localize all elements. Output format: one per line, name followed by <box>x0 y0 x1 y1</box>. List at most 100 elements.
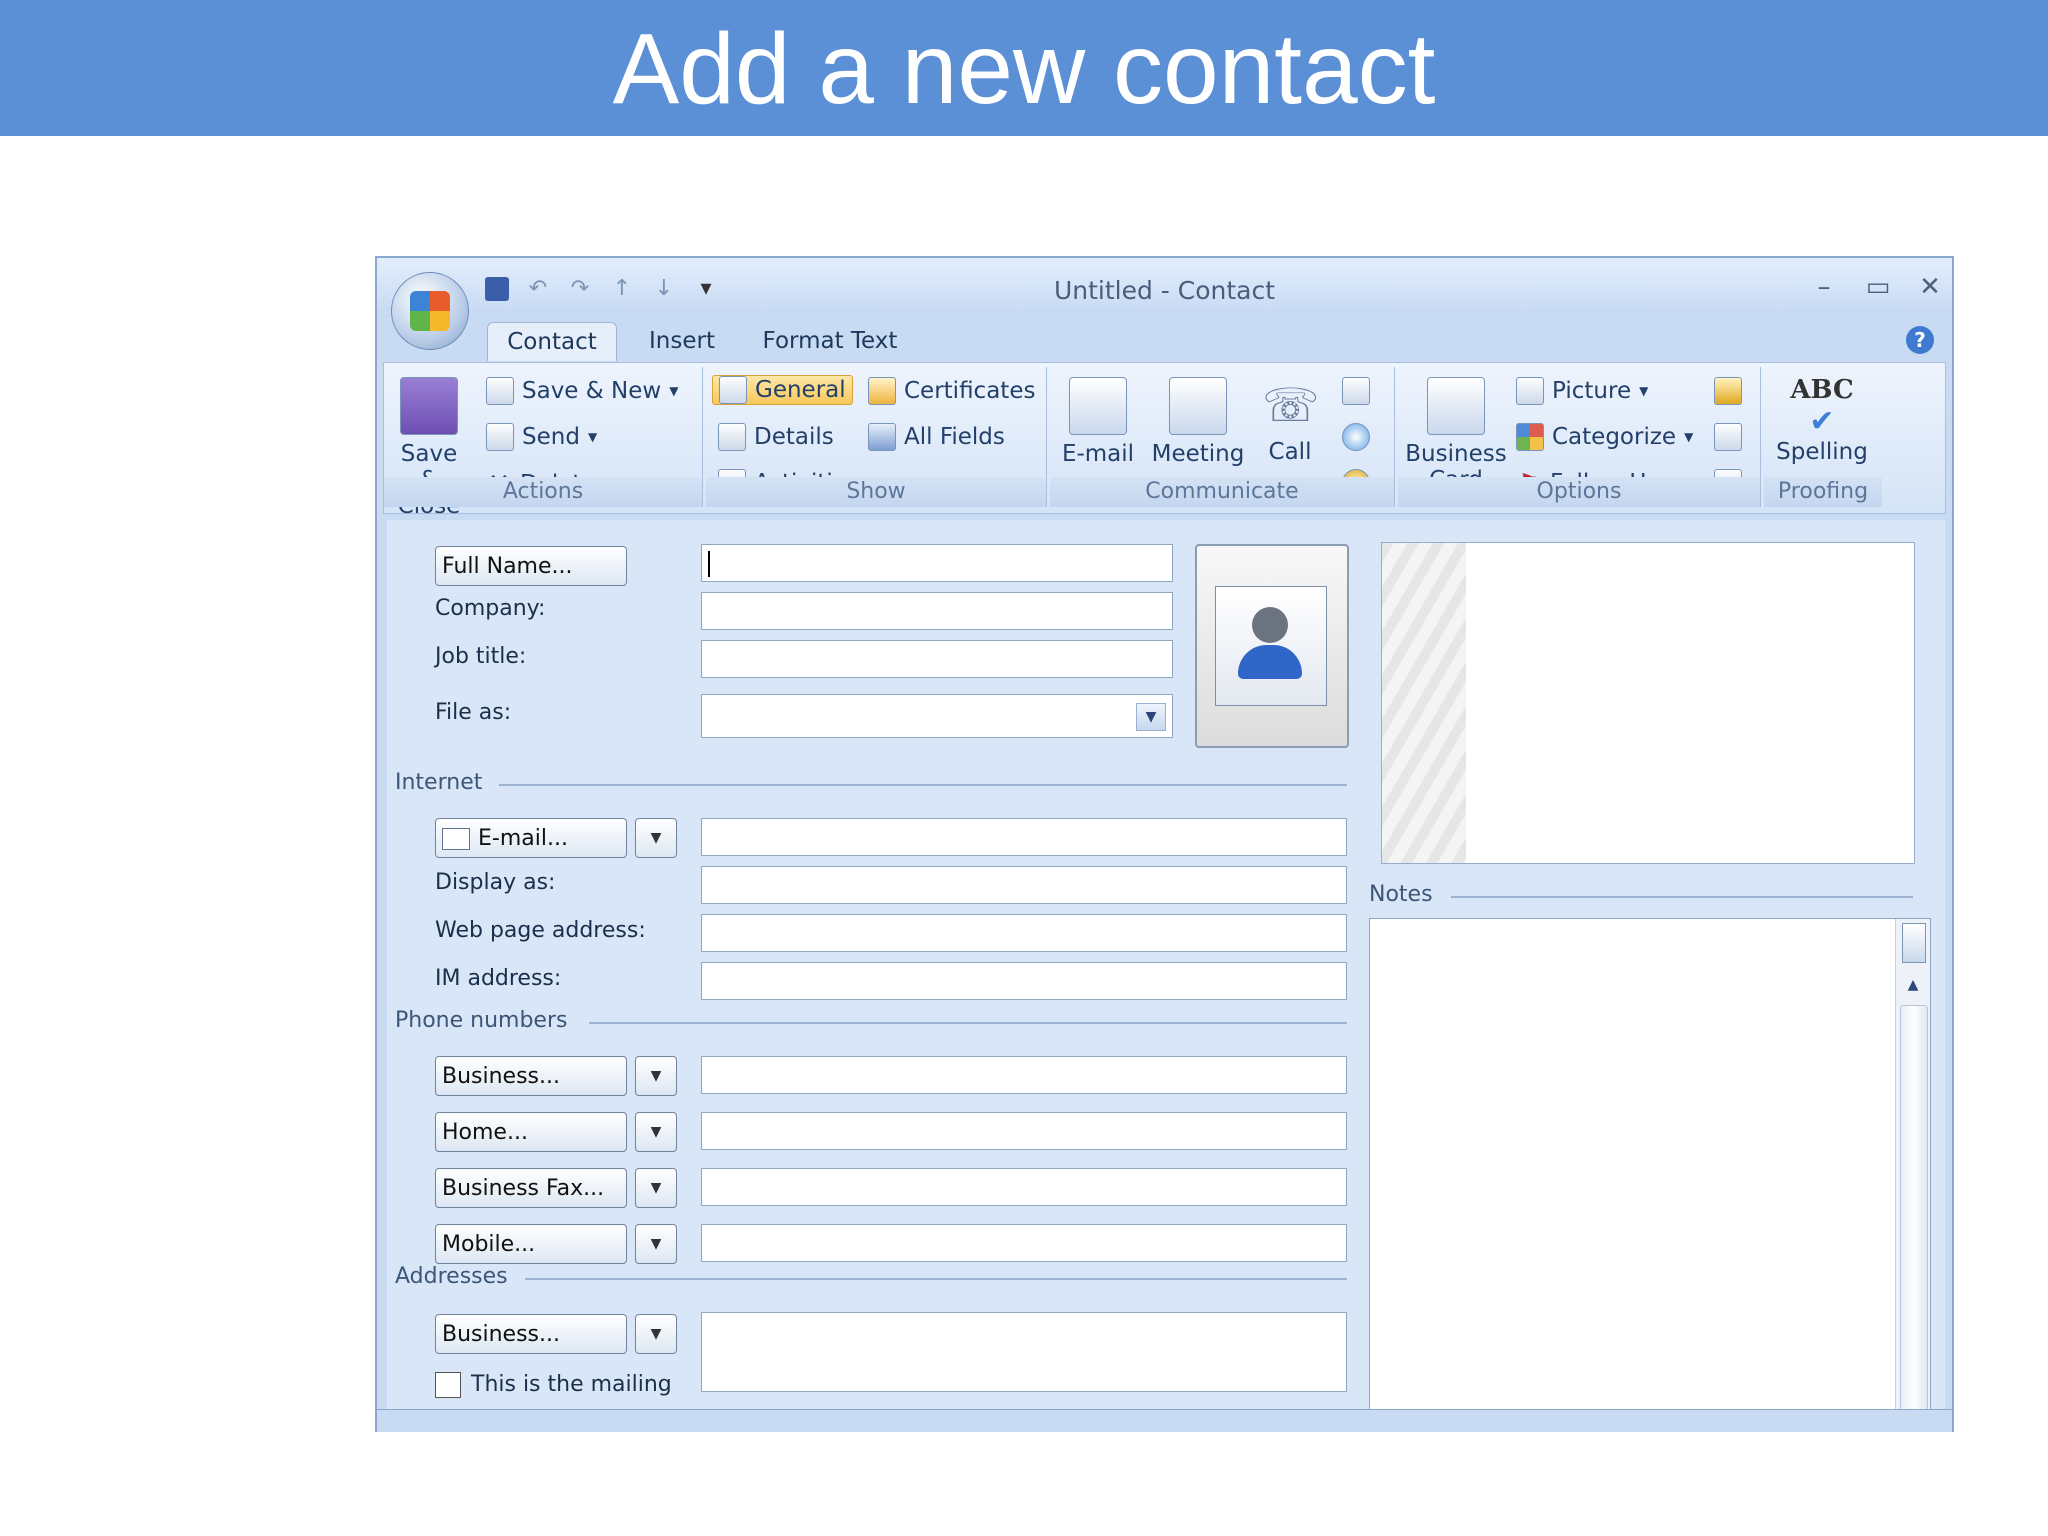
call-label: Call <box>1268 439 1312 465</box>
business-fax-button[interactable]: Business Fax... <box>435 1168 627 1208</box>
ribbon: Save & Close Save & New▼ Send▼ ✕Delete A… <box>383 362 1946 519</box>
customize-toolbar-icon[interactable]: ▾ <box>693 276 719 302</box>
tab-insert[interactable]: Insert <box>627 322 737 360</box>
person-body-icon <box>1238 645 1302 679</box>
business-card-preview <box>1381 542 1915 864</box>
card-stripe <box>1382 543 1466 863</box>
full-name-button[interactable]: Full Name... <box>435 546 627 586</box>
company-input[interactable] <box>701 592 1173 630</box>
internet-divider <box>499 784 1347 786</box>
job-title-input[interactable] <box>701 640 1173 678</box>
address-dropdown[interactable]: ▼ <box>635 1314 677 1354</box>
email-button-label: E-mail... <box>478 826 568 851</box>
meeting-button[interactable]: Meeting <box>1148 377 1248 467</box>
chevron-down-icon: ▼ <box>1684 430 1694 444</box>
details-button[interactable]: Details <box>718 423 834 451</box>
categorize-button[interactable]: Categorize ▼ <box>1516 423 1693 451</box>
full-name-input[interactable] <box>701 544 1173 582</box>
certificates-icon <box>868 377 896 405</box>
categorize-label: Categorize <box>1552 424 1677 450</box>
private-lock-icon[interactable] <box>1714 377 1742 405</box>
ribbon-tabs: Contact Insert Format Text ? <box>377 316 1952 362</box>
undo-icon[interactable]: ↶ <box>525 276 551 302</box>
tab-format-text[interactable]: Format Text <box>755 322 905 360</box>
email-dropdown[interactable]: ▼ <box>635 818 677 858</box>
save-icon[interactable] <box>485 277 509 301</box>
mobile-phone-input[interactable] <box>701 1224 1347 1262</box>
previous-item-icon[interactable]: ↑ <box>609 276 635 302</box>
notes-textarea[interactable]: ▲ <box>1369 918 1931 1430</box>
certificates-button[interactable]: Certificates <box>868 377 1035 405</box>
phone-numbers-divider <box>589 1022 1347 1024</box>
mobile-phone-button[interactable]: Mobile... <box>435 1224 627 1264</box>
slide-title: Add a new contact <box>612 13 1436 125</box>
im-address-input[interactable] <box>701 962 1347 1000</box>
spelling-button[interactable]: ABC ✔ Spelling <box>1772 377 1872 465</box>
all-fields-button[interactable]: All Fields <box>868 423 1005 451</box>
tab-contact[interactable]: Contact <box>487 322 617 361</box>
contact-window: Untitled - Contact ↶ ↷ ↑ ↓ ▾ – ▭ ✕ Conta… <box>375 256 1954 1432</box>
group-label-proofing: Proofing <box>1764 477 1882 507</box>
notes-divider <box>1451 896 1913 898</box>
office-button[interactable] <box>391 272 469 350</box>
text-cursor <box>708 551 710 577</box>
file-as-select[interactable]: ▼ <box>701 694 1173 738</box>
maximize-button[interactable]: ▭ <box>1861 272 1895 302</box>
chevron-down-icon: ▼ <box>587 430 598 444</box>
send-label: Send <box>522 424 580 450</box>
mailing-address-checkbox[interactable] <box>435 1372 461 1398</box>
business-card-icon <box>1427 377 1485 435</box>
business-card-button[interactable]: Business Card <box>1404 377 1508 493</box>
details-label: Details <box>754 424 834 450</box>
map-icon[interactable] <box>1342 377 1370 405</box>
picture-button[interactable]: Picture ▼ <box>1516 377 1648 405</box>
job-title-label: Job title: <box>435 644 527 669</box>
email-input[interactable] <box>701 818 1347 856</box>
general-label: General <box>755 377 846 403</box>
web-page-input[interactable] <box>701 914 1347 952</box>
mobile-phone-dropdown[interactable]: ▼ <box>635 1224 677 1264</box>
web-page-label: Web page address: <box>435 918 646 943</box>
help-icon[interactable]: ? <box>1906 326 1934 354</box>
web-page-icon[interactable] <box>1342 423 1370 451</box>
mailing-address-label: This is the mailing <box>471 1372 672 1397</box>
display-as-input[interactable] <box>701 866 1347 904</box>
business-fax-dropdown[interactable]: ▼ <box>635 1168 677 1208</box>
notes-scrollbar[interactable]: ▲ <box>1895 919 1930 1429</box>
business-phone-button[interactable]: Business... <box>435 1056 627 1096</box>
scroll-up-icon[interactable]: ▲ <box>1896 977 1930 993</box>
business-phone-dropdown[interactable]: ▼ <box>635 1056 677 1096</box>
contact-photo-button[interactable] <box>1195 544 1349 748</box>
next-item-icon[interactable]: ↓ <box>651 276 677 302</box>
email-button-form[interactable]: E-mail... <box>435 818 627 858</box>
home-phone-dropdown[interactable]: ▼ <box>635 1112 677 1152</box>
check-mark-icon: ✔ <box>1809 404 1835 439</box>
minimize-button[interactable]: – <box>1807 272 1841 302</box>
title-bar: Untitled - Contact ↶ ↷ ↑ ↓ ▾ – ▭ ✕ <box>377 258 1952 316</box>
business-fax-input[interactable] <box>701 1168 1347 1206</box>
company-label: Company: <box>435 596 546 621</box>
send-button[interactable]: Send ▼ <box>486 423 597 451</box>
home-phone-button[interactable]: Home... <box>435 1112 627 1152</box>
group-actions: Save & Close Save & New▼ Send▼ ✕Delete A… <box>384 367 703 519</box>
business-address-button[interactable]: Business... <box>435 1314 627 1354</box>
redo-icon[interactable]: ↷ <box>567 276 593 302</box>
business-phone-input[interactable] <box>701 1056 1347 1094</box>
address-book-icon[interactable] <box>1714 423 1742 451</box>
addresses-divider <box>525 1278 1347 1280</box>
home-phone-input[interactable] <box>701 1112 1347 1150</box>
insert-item-icon[interactable] <box>1902 923 1926 963</box>
call-button[interactable]: ☏ Call <box>1258 377 1322 465</box>
email-button[interactable]: E-mail <box>1060 377 1136 467</box>
email-label: E-mail <box>1061 441 1135 467</box>
group-options: Business Card Picture▼ Categorize▼ ⚑Foll… <box>1398 367 1761 507</box>
close-button[interactable]: ✕ <box>1913 272 1947 302</box>
bottom-field-strip <box>377 1409 1952 1432</box>
chevron-down-icon[interactable]: ▼ <box>1136 703 1166 731</box>
save-new-button[interactable]: Save & New ▼ <box>486 377 678 405</box>
file-as-label: File as: <box>435 700 512 725</box>
address-input[interactable] <box>701 1312 1347 1392</box>
chevron-down-icon: ▼ <box>669 384 679 398</box>
scroll-thumb[interactable] <box>1900 1005 1928 1417</box>
general-button[interactable]: General <box>712 375 853 405</box>
